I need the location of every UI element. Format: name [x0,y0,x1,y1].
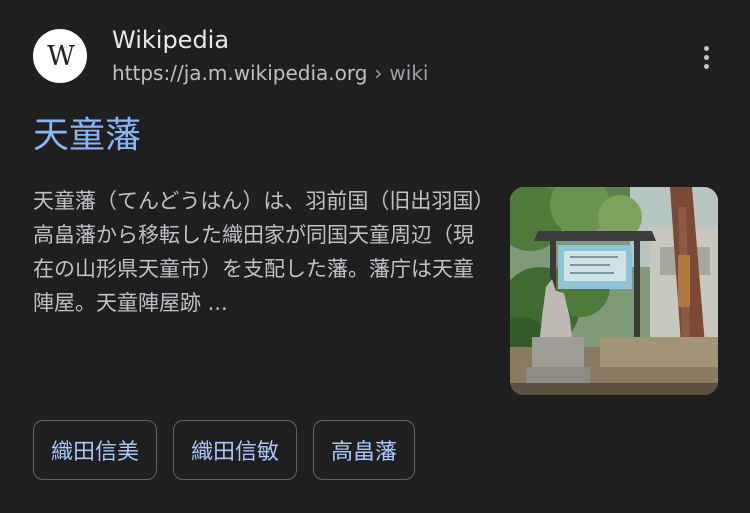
search-result-card: W Wikipedia https://ja.m.wikipedia.org › w… [0,0,750,513]
site-url: https://ja.m.wikipedia.org › wiki [112,60,428,86]
result-title-link[interactable]: 天童藩 [33,112,141,160]
related-chips: 織田信美 織田信敏 高畠藩 [33,420,416,480]
source-text: Wikipedia https://ja.m.wikipedia.org › wik… [112,26,428,86]
dot [703,45,709,51]
thumbnail-photo [510,187,718,395]
wikipedia-favicon-icon: W [33,29,87,83]
chip-related-1[interactable]: 織田信美 [33,420,158,480]
more-vert-icon[interactable] [692,40,720,74]
url-host: https://ja.m.wikipedia.org [112,61,368,85]
result-snippet: 天童藩（てんどうはん）は、羽前国（旧出羽国）高畠藩から移転した織田家が同国天童周… [33,189,484,315]
result-thumbnail[interactable] [510,187,718,395]
source-header[interactable]: W Wikipedia https://ja.m.wikipedia.org › w… [33,26,428,86]
chip-related-2[interactable]: 織田信敏 [173,420,298,480]
breadcrumb-separator: › [374,61,383,85]
site-name: Wikipedia [112,26,230,54]
dot [703,54,709,60]
url-path: wiki [389,61,429,85]
chip-related-3[interactable]: 高畠藩 [313,420,416,480]
dot [703,63,709,69]
